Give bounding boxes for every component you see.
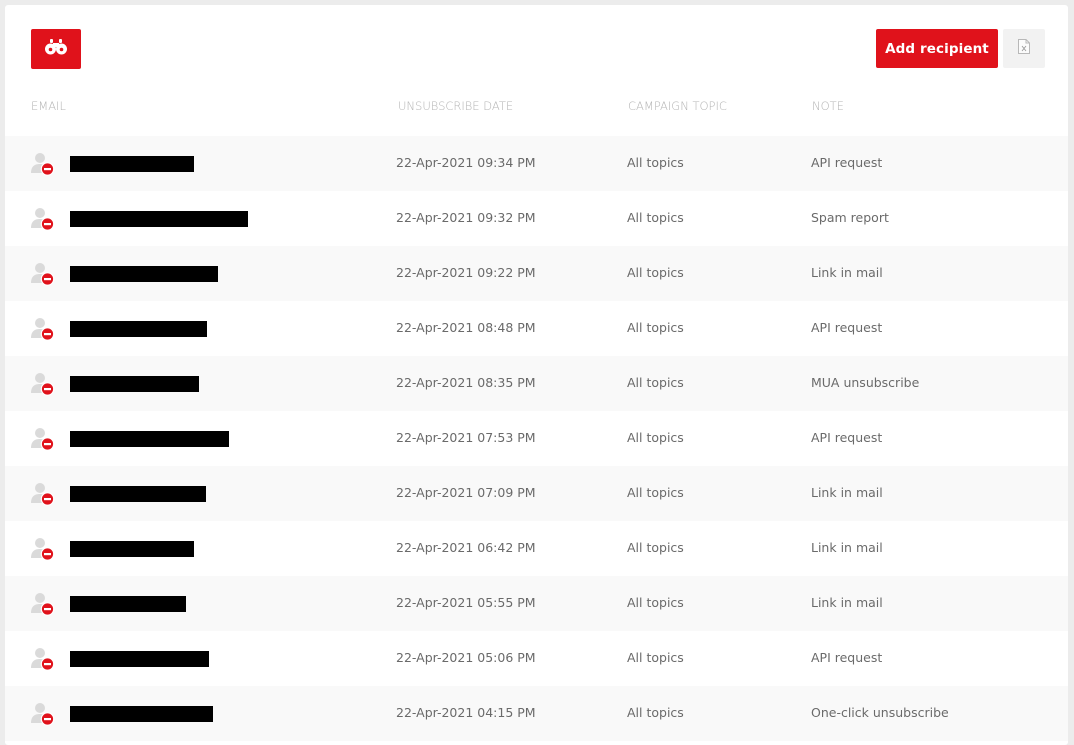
campaign-topic: All topics	[627, 375, 684, 390]
unsubscribe-date: 22-Apr-2021 06:42 PM	[396, 540, 536, 555]
unsubscribed-user-icon	[30, 151, 56, 177]
export-excel-button[interactable]	[1003, 29, 1045, 68]
unsubscribe-date: 22-Apr-2021 09:22 PM	[396, 265, 536, 280]
unsubscribed-user-icon	[30, 481, 56, 507]
table-row[interactable]: 22-Apr-2021 07:09 PM All topics Link in …	[5, 466, 1068, 521]
email-redacted	[70, 321, 207, 337]
campaign-topic: All topics	[627, 320, 684, 335]
unsubscribe-date: 22-Apr-2021 07:53 PM	[396, 430, 536, 445]
email-redacted	[70, 596, 186, 612]
table-row[interactable]: 22-Apr-2021 09:22 PM All topics Link in …	[5, 246, 1068, 301]
note: Spam report	[811, 210, 889, 225]
email-redacted	[70, 541, 194, 557]
table-row[interactable]: 22-Apr-2021 09:34 PM All topics API requ…	[5, 136, 1068, 191]
toolbar: Add recipient	[5, 5, 1068, 85]
table-row[interactable]: 22-Apr-2021 08:35 PM All topics MUA unsu…	[5, 356, 1068, 411]
campaign-topic: All topics	[627, 650, 684, 665]
unsubscribed-user-icon	[30, 701, 56, 727]
unsubscribed-user-icon	[30, 316, 56, 342]
table-row[interactable]: 22-Apr-2021 09:32 PM All topics Spam rep…	[5, 191, 1068, 246]
email-redacted	[70, 376, 199, 392]
campaign-topic: All topics	[627, 540, 684, 555]
unsubscribe-date: 22-Apr-2021 09:34 PM	[396, 155, 536, 170]
campaign-topic: All topics	[627, 595, 684, 610]
note: API request	[811, 320, 883, 335]
table-row[interactable]: 22-Apr-2021 05:06 PM All topics API requ…	[5, 631, 1068, 686]
note: MUA unsubscribe	[811, 375, 920, 390]
unsubscribed-user-icon	[30, 426, 56, 452]
email-redacted	[70, 266, 218, 282]
column-header-campaign-topic[interactable]: Campaign topic	[628, 99, 727, 113]
add-recipient-button[interactable]: Add recipient	[876, 29, 998, 68]
unsubscribed-user-icon	[30, 261, 56, 287]
unsubscribe-date: 22-Apr-2021 09:32 PM	[396, 210, 536, 225]
email-redacted	[70, 651, 209, 667]
email-redacted	[70, 431, 229, 447]
note: Link in mail	[811, 265, 883, 280]
binoculars-icon	[44, 39, 68, 59]
email-redacted	[70, 211, 248, 227]
note: Link in mail	[811, 485, 883, 500]
campaign-topic: All topics	[627, 265, 684, 280]
unsubscribe-date: 22-Apr-2021 07:09 PM	[396, 485, 536, 500]
search-button[interactable]	[31, 29, 81, 69]
table-row[interactable]: 22-Apr-2021 07:53 PM All topics API requ…	[5, 411, 1068, 466]
unsubscribe-date: 22-Apr-2021 05:55 PM	[396, 595, 536, 610]
note: API request	[811, 430, 883, 445]
campaign-topic: All topics	[627, 705, 684, 720]
unsubscribe-date: 22-Apr-2021 04:15 PM	[396, 705, 536, 720]
unsubscribed-user-icon	[30, 536, 56, 562]
unsubscribe-date: 22-Apr-2021 08:35 PM	[396, 375, 536, 390]
campaign-topic: All topics	[627, 210, 684, 225]
email-redacted	[70, 156, 194, 172]
unsubscribed-user-icon	[30, 371, 56, 397]
unsubscribed-user-icon	[30, 206, 56, 232]
table-body: 22-Apr-2021 09:34 PM All topics API requ…	[5, 136, 1068, 741]
note: Link in mail	[811, 540, 883, 555]
email-redacted	[70, 706, 213, 722]
campaign-topic: All topics	[627, 430, 684, 445]
note: API request	[811, 650, 883, 665]
excel-file-icon	[1018, 39, 1030, 58]
unsubscribed-user-icon	[30, 591, 56, 617]
column-header-note[interactable]: Note	[812, 99, 844, 113]
table-header: Email Unsubscribe date Campaign topic No…	[5, 99, 1068, 115]
campaign-topic: All topics	[627, 485, 684, 500]
note: One-click unsubscribe	[811, 705, 949, 720]
column-header-email[interactable]: Email	[31, 99, 66, 113]
table-row[interactable]: 22-Apr-2021 06:42 PM All topics Link in …	[5, 521, 1068, 576]
unsubscribed-recipients-panel: Add recipient Email Unsubscribe date Cam…	[5, 5, 1068, 745]
table-row[interactable]: 22-Apr-2021 04:15 PM All topics One-clic…	[5, 686, 1068, 741]
note: API request	[811, 155, 883, 170]
unsubscribe-date: 22-Apr-2021 08:48 PM	[396, 320, 536, 335]
campaign-topic: All topics	[627, 155, 684, 170]
email-redacted	[70, 486, 206, 502]
table-row[interactable]: 22-Apr-2021 08:48 PM All topics API requ…	[5, 301, 1068, 356]
table-row[interactable]: 22-Apr-2021 05:55 PM All topics Link in …	[5, 576, 1068, 631]
unsubscribed-user-icon	[30, 646, 56, 672]
unsubscribe-date: 22-Apr-2021 05:06 PM	[396, 650, 536, 665]
column-header-unsubscribe-date[interactable]: Unsubscribe date	[398, 99, 513, 113]
note: Link in mail	[811, 595, 883, 610]
